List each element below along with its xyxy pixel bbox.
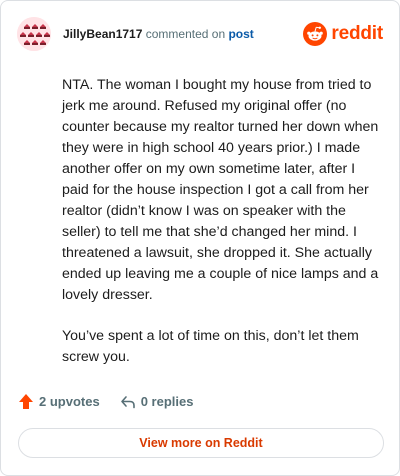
embedded-comment-card: JillyBean1717 commented on post reddit N… xyxy=(0,0,400,476)
comment-paragraph: You’ve spent a lot of time on this, don’… xyxy=(62,328,359,365)
brand-wordmark: reddit xyxy=(331,23,383,44)
upvote-count: 2 upvotes xyxy=(39,394,100,409)
comment-paragraph: NTA. The woman I bought my house from tr… xyxy=(62,77,379,303)
reddit-snoo-icon xyxy=(303,22,328,46)
user-avatar[interactable] xyxy=(17,17,51,51)
comment-body: NTA. The woman I bought my house from tr… xyxy=(62,75,380,388)
reply-arrow-icon xyxy=(120,395,135,408)
upvote-button[interactable]: 2 upvotes xyxy=(18,393,100,410)
username-link[interactable]: JillyBean1717 xyxy=(63,27,142,41)
comment-header: JillyBean1717 commented on post reddit xyxy=(17,17,383,51)
snoo-pattern-avatar-icon xyxy=(17,17,51,51)
upvote-arrow-icon xyxy=(19,394,33,409)
view-more-button[interactable]: View more on Reddit xyxy=(18,428,384,458)
view-more-label: View more on Reddit xyxy=(139,436,263,450)
replies-button[interactable]: 0 replies xyxy=(120,394,194,410)
post-link[interactable]: post xyxy=(228,27,253,41)
reddit-logo[interactable]: reddit xyxy=(303,22,383,46)
reply-count: 0 replies xyxy=(140,394,194,409)
comment-meta: JillyBean1717 commented on post xyxy=(63,26,303,42)
comment-actions: 2 upvotes 0 replies xyxy=(18,393,213,410)
action-text: commented on xyxy=(145,27,226,41)
